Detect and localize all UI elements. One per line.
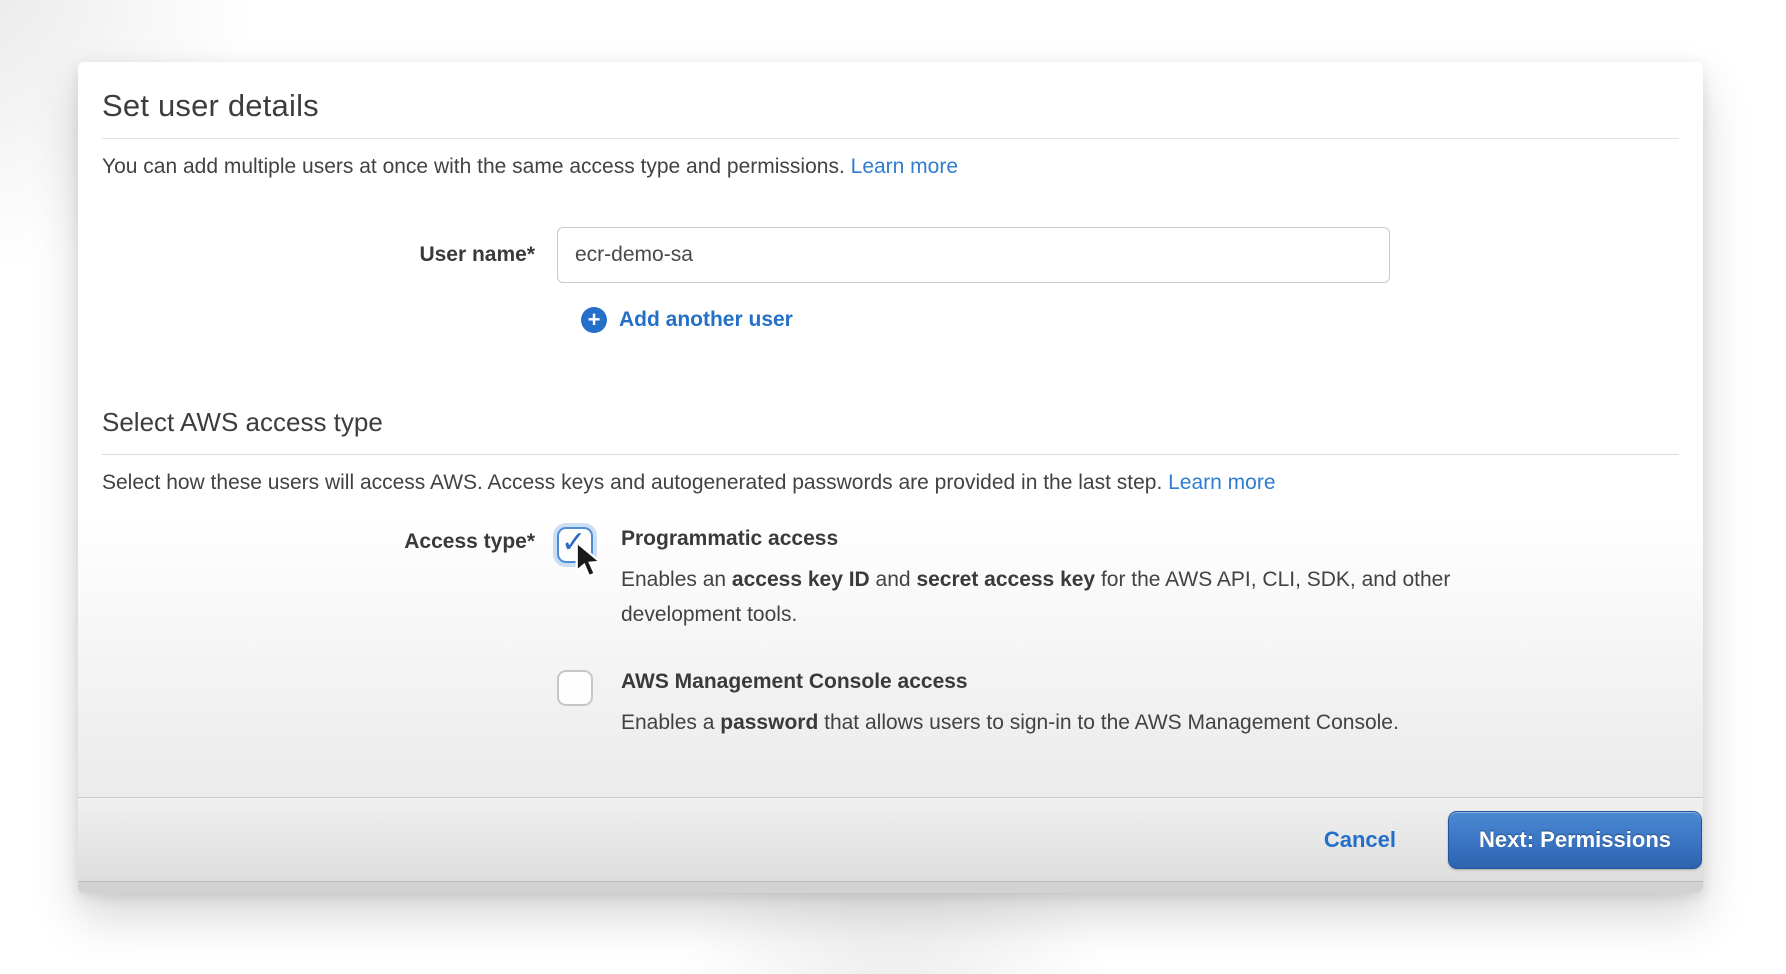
add-another-user-link[interactable]: Add another user [619, 308, 793, 332]
console-access-checkbox[interactable] [557, 670, 593, 706]
access-intro-text: Select how these users will access AWS. … [102, 471, 1168, 494]
desc-text: Enables a [621, 711, 720, 734]
desc-text: and [870, 568, 917, 591]
plus-circle-icon: + [581, 307, 607, 333]
programmatic-access-label: Programmatic access [621, 527, 1501, 551]
programmatic-access-checkbox-wrap: ✓ [557, 527, 595, 632]
access-section-intro: Select how these users will access AWS. … [102, 471, 1679, 495]
programmatic-access-option: Programmatic access Enables an access ke… [621, 527, 1501, 632]
wizard-footer: Cancel Next: Permissions [78, 797, 1703, 881]
username-input[interactable] [557, 227, 1390, 283]
next-permissions-button[interactable]: Next: Permissions [1448, 811, 1702, 869]
add-user-wizard-card: Set user details You can add multiple us… [78, 62, 1703, 893]
access-type-label: Access type* [102, 527, 557, 632]
console-access-option: AWS Management Console access Enables a … [621, 670, 1399, 741]
access-type-row: Access type* ✓ Programmatic access Enabl… [102, 527, 1679, 632]
console-access-row: AWS Management Console access Enables a … [102, 670, 1679, 741]
console-access-checkbox-wrap [557, 670, 595, 741]
title-divider [102, 138, 1679, 139]
section-divider [102, 454, 1679, 455]
access-type-section-title: Select AWS access type [102, 407, 1679, 438]
cancel-button[interactable]: Cancel [1324, 827, 1396, 853]
console-access-desc: Enables a password that allows users to … [621, 706, 1399, 741]
desc-bold: access key ID [732, 568, 870, 591]
username-label: User name* [102, 243, 557, 267]
console-access-label: AWS Management Console access [621, 670, 1399, 694]
mouse-cursor-icon [573, 541, 609, 581]
username-row: User name* [102, 227, 1679, 283]
page-intro-text: You can add multiple users at once with … [102, 155, 851, 178]
desc-text: that allows users to sign-in to the AWS … [818, 711, 1399, 734]
programmatic-access-desc: Enables an access key ID and secret acce… [621, 563, 1501, 632]
access-learn-more-link[interactable]: Learn more [1168, 471, 1275, 494]
page-intro: You can add multiple users at once with … [102, 155, 1679, 179]
desc-text: Enables an [621, 568, 732, 591]
intro-learn-more-link[interactable]: Learn more [851, 155, 958, 178]
label-spacer [102, 670, 557, 741]
card-bottom-edge [78, 881, 1703, 893]
add-another-user-row[interactable]: + Add another user [581, 307, 1679, 333]
desc-bold: secret access key [916, 568, 1095, 591]
desc-bold: password [720, 711, 818, 734]
page-title: Set user details [102, 88, 1679, 124]
